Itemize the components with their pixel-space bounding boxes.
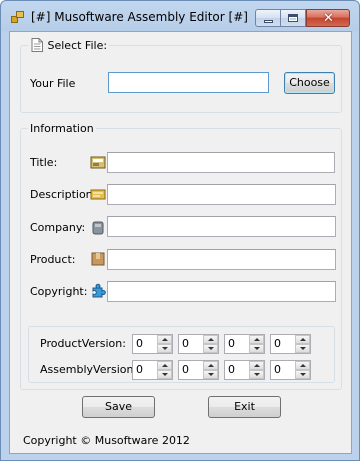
spin-up-button[interactable] — [157, 361, 172, 370]
assembly-version-label: AssemblyVersion: — [40, 363, 138, 376]
file-path-field[interactable] — [108, 72, 269, 93]
company-input[interactable] — [108, 217, 335, 236]
company-field[interactable] — [107, 216, 336, 237]
title-label: Title: — [30, 156, 58, 169]
title-bar[interactable]: [#] Musoftware Assembly Editor [#] ✕ — [1, 1, 359, 31]
minimize-button[interactable] — [255, 9, 281, 27]
title-field[interactable] — [107, 152, 335, 173]
assembly-version-major[interactable]: 0 — [132, 360, 173, 380]
client-area: Select File: Your File Choose Informatio… — [9, 31, 352, 454]
app-icon — [11, 11, 25, 23]
assembly-version-minor[interactable]: 0 — [178, 360, 219, 380]
product-field[interactable] — [107, 249, 336, 270]
company-label: Company: — [30, 221, 86, 234]
choose-button[interactable]: Choose — [284, 72, 335, 94]
spin-up-button[interactable] — [249, 335, 264, 344]
maximize-icon — [288, 14, 298, 22]
spin-down-button[interactable] — [295, 370, 310, 379]
spin-up-button[interactable] — [295, 361, 310, 370]
product-icon — [91, 252, 105, 266]
information-title: Information — [28, 122, 96, 135]
product-label: Product: — [30, 253, 76, 266]
document-icon — [31, 38, 43, 52]
copyright-label: Copyright: — [30, 285, 88, 298]
your-file-label: Your File — [30, 77, 76, 90]
product-input[interactable] — [108, 250, 335, 269]
assembly-version-build[interactable]: 0 — [224, 360, 265, 380]
spin-up-button[interactable] — [157, 335, 172, 344]
close-icon: ✕ — [323, 11, 334, 26]
window-title: [#] Musoftware Assembly Editor [#] — [31, 10, 248, 24]
main-window: [#] Musoftware Assembly Editor [#] ✕ Sel… — [0, 0, 360, 461]
product-version-revision[interactable]: 0 — [270, 334, 311, 354]
file-path-input[interactable] — [109, 73, 268, 92]
spin-up-button[interactable] — [203, 361, 218, 370]
spin-down-button[interactable] — [249, 344, 264, 353]
spin-down-button[interactable] — [157, 370, 172, 379]
spin-up-button[interactable] — [203, 335, 218, 344]
title-input[interactable] — [108, 153, 334, 172]
spin-up-button[interactable] — [295, 335, 310, 344]
copyright-footer: Copyright © Musoftware 2012 — [23, 434, 190, 447]
spin-down-button[interactable] — [295, 344, 310, 353]
spin-down-button[interactable] — [249, 370, 264, 379]
close-button[interactable]: ✕ — [306, 9, 350, 27]
minimize-icon — [264, 20, 273, 23]
copyright-field[interactable] — [107, 281, 336, 302]
maximize-button[interactable] — [281, 9, 306, 27]
assembly-version-revision[interactable]: 0 — [270, 360, 311, 380]
spin-down-button[interactable] — [157, 344, 172, 353]
description-field[interactable] — [107, 184, 336, 205]
exit-button[interactable]: Exit — [208, 396, 281, 418]
description-input[interactable] — [108, 185, 335, 204]
product-version-major[interactable]: 0 — [132, 334, 173, 354]
spin-down-button[interactable] — [203, 344, 218, 353]
company-icon — [92, 221, 104, 235]
description-label: Description: — [30, 188, 97, 201]
spin-up-button[interactable] — [249, 361, 264, 370]
description-icon — [90, 189, 106, 200]
product-version-build[interactable]: 0 — [224, 334, 265, 354]
title-icon — [90, 156, 106, 169]
select-file-group-header: Select File: — [28, 38, 110, 52]
product-version-minor[interactable]: 0 — [178, 334, 219, 354]
select-file-title: Select File: — [47, 39, 108, 52]
spin-down-button[interactable] — [203, 370, 218, 379]
save-button[interactable]: Save — [82, 396, 155, 418]
copyright-icon — [92, 283, 106, 298]
copyright-input[interactable] — [108, 282, 335, 301]
product-version-label: ProductVersion: — [40, 337, 126, 350]
